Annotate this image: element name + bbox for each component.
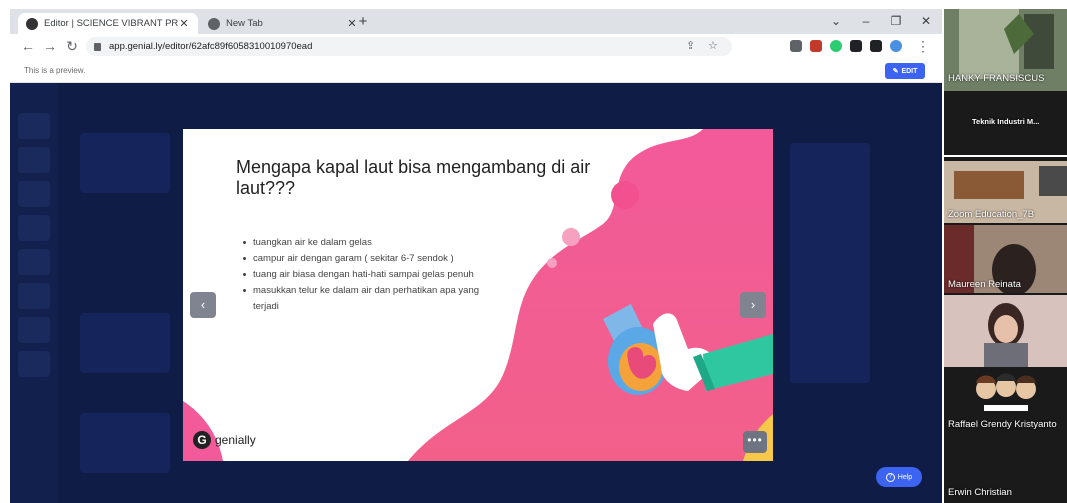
sidebar-ghost-item (18, 215, 50, 241)
restore-button[interactable]: ❐ (882, 12, 910, 30)
participant-name: Maureen Reinata (948, 279, 1021, 290)
star-icon[interactable]: ☆ (708, 39, 718, 52)
address-bar[interactable]: app.genial.ly/editor/62afc89f60583100109… (86, 37, 732, 56)
sidebar-ghost-item (18, 249, 50, 275)
participant-video (944, 295, 1067, 367)
ghost-panel (790, 143, 870, 383)
extension-icon[interactable] (810, 40, 822, 52)
previous-slide-button[interactable]: ‹ (190, 292, 216, 318)
browser-window: Editor | SCIENCE VIBRANT PRESE ✕ New Tab… (10, 9, 942, 503)
edit-label: EDIT (901, 67, 918, 75)
participant-tile[interactable]: Maureen Reinata (944, 225, 1067, 293)
slide-title: Mengapa kapal laut bisa mengambang di ai… (236, 157, 591, 198)
sidebar-ghost-item (18, 113, 50, 139)
participant-tile[interactable]: Teknik Industri M... (944, 95, 1067, 155)
ghost-thumbnail (80, 413, 170, 473)
help-button[interactable]: ? Help (876, 467, 922, 487)
reload-icon[interactable]: ↻ (64, 38, 80, 54)
sidebar-ghost-item (18, 181, 50, 207)
participants-panel: HANKY FRANSISCUS Teknik Industri M... Zo… (944, 9, 1067, 503)
tab-strip: Editor | SCIENCE VIBRANT PRESE ✕ New Tab… (10, 9, 942, 34)
tab-genially-editor[interactable]: Editor | SCIENCE VIBRANT PRESE ✕ (18, 13, 198, 34)
profile-icon[interactable] (890, 40, 902, 52)
sidebar-ghost-item (18, 317, 50, 343)
participant-tile[interactable]: Raffael Grendy Kristyanto (944, 369, 1067, 437)
divider (944, 155, 1067, 157)
participant-name: Zoom Education_7B (948, 209, 1035, 220)
close-window-button[interactable]: ✕ (912, 12, 940, 30)
more-options-button[interactable]: ••• (743, 431, 767, 453)
browser-toolbar: ← → ↻ app.genial.ly/editor/62afc89f60583… (10, 34, 942, 59)
genially-g-icon: G (193, 431, 211, 449)
sidebar-ghost-item (18, 147, 50, 173)
sidebar-ghost-item (18, 283, 50, 309)
back-icon[interactable]: ← (20, 38, 36, 54)
participant-tile[interactable] (944, 295, 1067, 367)
participant-name: Teknik Industri M... (972, 117, 1040, 126)
forward-icon[interactable]: → (42, 38, 58, 54)
list-item: tuang air biasa dengan hati-hati sampai … (243, 267, 483, 283)
preview-bar: This is a preview. ✎ EDIT (10, 59, 942, 83)
lock-icon (94, 42, 101, 51)
tab-title: Editor | SCIENCE VIBRANT PRESE (44, 18, 178, 29)
preview-notice: This is a preview. (24, 66, 86, 75)
participant-name: Erwin Christian (948, 487, 1012, 498)
tab-search-chevron-icon[interactable]: ⌄ (822, 12, 850, 30)
list-item: campur air dengan garam ( sekitar 6-7 se… (243, 251, 483, 267)
logo-text: genially (215, 433, 256, 447)
participant-name: HANKY FRANSISCUS (948, 73, 1045, 84)
screen: Editor | SCIENCE VIBRANT PRESE ✕ New Tab… (0, 0, 1067, 503)
tab-new-tab[interactable]: New Tab ✕ (200, 13, 366, 34)
check-extension-icon[interactable] (830, 40, 842, 52)
participant-tile[interactable]: HANKY FRANSISCUS (944, 9, 1067, 91)
minimize-button[interactable]: – (852, 12, 880, 30)
participant-avatar-image (944, 369, 1067, 419)
presentation-slide: Mengapa kapal laut bisa mengambang di ai… (183, 129, 773, 461)
reader-extension-icon[interactable] (790, 40, 802, 52)
ghost-thumbnail (80, 313, 170, 373)
url-text: app.genial.ly/editor/62afc89f60583100109… (109, 41, 313, 52)
list-item: masukkan telur ke dalam air dan perhatik… (243, 283, 483, 315)
list-item: tuangkan air ke dalam gelas (243, 235, 483, 251)
share-icon[interactable]: ⇪ (686, 39, 695, 52)
editor-sidebar-background (10, 83, 58, 503)
new-tab-button[interactable]: + (355, 14, 371, 30)
next-slide-button[interactable]: › (740, 292, 766, 318)
tab-title: New Tab (226, 18, 263, 29)
pencil-icon: ✎ (892, 68, 899, 75)
preview-stage: Mengapa kapal laut bisa mengambang di ai… (10, 83, 942, 503)
menu-icon[interactable]: ⋮ (915, 38, 931, 54)
genially-logo: G genially (193, 431, 256, 449)
puzzle-extension-icon[interactable] (850, 40, 862, 52)
participant-tile[interactable]: Zoom Education_7B (944, 161, 1067, 223)
participant-name: Raffael Grendy Kristyanto (948, 419, 1057, 430)
help-question-icon: ? (885, 472, 895, 482)
participant-tile[interactable]: Erwin Christian (944, 439, 1067, 503)
sidebar-ghost-item (18, 351, 50, 377)
instruction-list: tuangkan air ke dalam gelas campur air d… (243, 235, 483, 315)
genially-favicon-icon (26, 17, 38, 30)
ghost-thumbnail (80, 133, 170, 193)
sidepanel-icon[interactable] (870, 40, 882, 52)
tab-close-icon[interactable]: ✕ (178, 17, 190, 30)
chrome-favicon-icon (208, 17, 220, 30)
edit-button[interactable]: ✎ EDIT (885, 63, 925, 79)
help-label: Help (897, 473, 913, 481)
